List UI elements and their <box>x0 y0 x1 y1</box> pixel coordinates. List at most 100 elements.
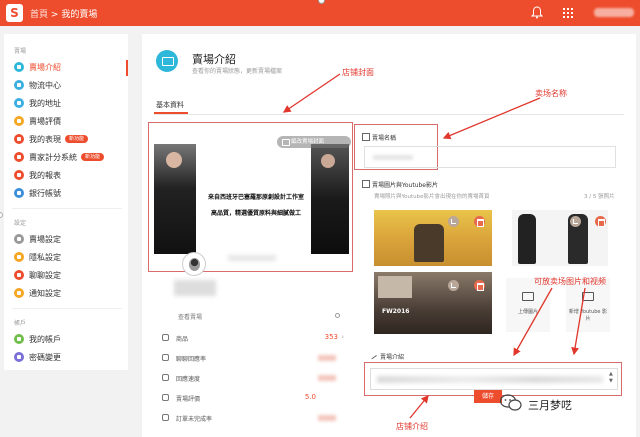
shopee-logo-icon[interactable]: S <box>6 4 23 22</box>
crop-icon[interactable] <box>448 280 459 291</box>
clock-icon <box>162 374 169 381</box>
cover-photo-right <box>311 144 349 254</box>
trash-icon[interactable] <box>474 216 485 227</box>
sidebar-divider <box>12 308 122 309</box>
stat-row-incomplete-rate: 訂單未完成率 <box>162 412 344 424</box>
shop-name-label: 賣場名稱 <box>362 133 396 142</box>
annotation-intro: 店铺介绍 <box>396 422 428 431</box>
view-shop-icon[interactable] <box>335 313 340 318</box>
breadcrumb-home[interactable]: 首頁 <box>30 10 48 20</box>
sidebar-item-logistics[interactable]: 物流中心 <box>14 78 61 92</box>
sidebar-item-ratings[interactable]: 賣場評價 <box>14 114 61 128</box>
sidebar: 賣場 賣場介紹 物流中心 我的地址 賣場評價 我的表現 新功能 賣家計分系統 新… <box>4 34 128 370</box>
add-youtube-label-2: 片 <box>585 316 591 322</box>
tab-divider <box>154 114 624 115</box>
stat-row-rating[interactable]: 賣場評價 5.0 <box>162 392 344 404</box>
upload-image-label: 上傳圖片 <box>517 309 538 315</box>
sidebar-item-chat-settings[interactable]: 聊聊設定 <box>14 268 61 282</box>
username-blurred[interactable] <box>594 8 634 17</box>
page-title: 賣場介紹 <box>192 53 236 66</box>
media-label: 賣場圖片與Youtube影片 <box>362 180 438 189</box>
notification-icon <box>14 288 24 298</box>
shop-id-blurred <box>174 280 216 296</box>
sidebar-item-reports[interactable]: 我的報表 <box>14 168 61 182</box>
stat-value: 353 <box>324 333 338 341</box>
sidebar-section-account: 帳戶 <box>14 320 27 327</box>
bell-icon[interactable] <box>531 6 543 19</box>
sidebar-item-privacy[interactable]: 隱私設定 <box>14 250 61 264</box>
sidebar-section-shop: 賣場 <box>14 48 27 55</box>
sidebar-item-label: 我的帳戶 <box>29 334 61 344</box>
view-shop-link[interactable]: 查看賣場 <box>178 312 202 321</box>
sidebar-item-shop-intro[interactable]: 賣場介紹 <box>14 60 61 74</box>
stat-row-products[interactable]: 商品 353 › <box>162 332 344 344</box>
sidebar-item-label: 銀行帳號 <box>29 188 61 198</box>
stat-label: 商品 <box>176 336 189 343</box>
side-handle <box>0 212 3 218</box>
sidebar-item-address[interactable]: 我的地址 <box>14 96 61 110</box>
tab-basic-info[interactable]: 基本資料 <box>156 100 184 110</box>
sidebar-item-label: 隱私設定 <box>29 252 61 262</box>
shop-name-blurred <box>228 255 276 261</box>
watermark-text: 三月梦呓 <box>528 399 572 412</box>
edit-cover-button[interactable]: 編改賣場封面 <box>277 136 351 148</box>
stat-label: 訂單未完成率 <box>176 416 213 423</box>
trash-icon[interactable] <box>595 216 606 227</box>
sidebar-item-notifications[interactable]: 通知設定 <box>14 286 61 300</box>
crop-icon[interactable] <box>570 216 581 227</box>
sidebar-item-change-password[interactable]: 密碼變更 <box>14 350 61 364</box>
score-icon <box>14 152 24 162</box>
shop-photo-2[interactable] <box>512 210 608 266</box>
key-icon <box>14 352 24 362</box>
cover-text-line2: 高品質，精選優質原料與細膩做工 <box>210 210 301 217</box>
apps-grid-icon[interactable] <box>563 8 573 18</box>
sidebar-item-label: 我的報表 <box>29 170 61 180</box>
sidebar-item-label: 賣場評價 <box>29 116 61 126</box>
sidebar-item-my-account[interactable]: 我的帳戶 <box>14 332 61 346</box>
sidebar-item-bank-account[interactable]: 銀行帳號 <box>14 186 61 200</box>
sidebar-item-shop-settings[interactable]: 賣場設定 <box>14 232 61 246</box>
trash-icon[interactable] <box>474 280 485 291</box>
sidebar-item-label: 我的表現 <box>29 134 61 144</box>
stat-label: 回應速度 <box>176 376 201 383</box>
stat-row-response-speed: 回應速度 <box>162 372 344 384</box>
sidebar-section-settings: 設定 <box>14 220 27 227</box>
active-indicator <box>126 60 128 76</box>
bank-card-icon <box>14 188 24 198</box>
add-youtube-label: 新增 Youtube 影 <box>568 309 608 315</box>
shop-cover-image: 来自西班牙巴塞羅那原創設計工作室 高品質，精選優質原料與細膩做工 <box>154 144 349 254</box>
youtube-icon <box>582 292 594 301</box>
media-subtitle: 賣場照片與Youtube影片會出現在你的賣場首頁 <box>374 194 490 200</box>
product-icon <box>162 334 169 341</box>
sidebar-item-label: 通知設定 <box>29 288 61 298</box>
media-count: 3 / 5 張照片 <box>584 194 615 200</box>
truck-icon <box>14 80 24 90</box>
stat-value-blurred <box>318 355 336 361</box>
page-subtitle: 查看你的賣場狀態，更新賣場檔案 <box>192 68 283 75</box>
save-button[interactable]: 儲存 <box>474 390 502 403</box>
textarea-scroll-arrows[interactable]: ▲ ▼ <box>609 371 613 385</box>
sidebar-item-label: 聊聊設定 <box>29 270 61 280</box>
crop-icon[interactable] <box>448 216 459 227</box>
star-icon <box>14 116 24 126</box>
photo-caption: FW2016 <box>382 308 410 315</box>
description-textarea[interactable] <box>370 368 618 390</box>
star-icon <box>162 394 169 401</box>
stat-row-chat-response-rate: 聊聊回應率 <box>162 352 344 364</box>
sidebar-divider <box>12 208 122 209</box>
sidebar-item-label: 賣場設定 <box>29 234 61 244</box>
shop-avatar[interactable] <box>182 252 206 276</box>
stat-value-blurred <box>318 415 336 421</box>
sidebar-item-label: 賣場介紹 <box>29 62 61 72</box>
sidebar-item-label: 我的地址 <box>29 98 61 108</box>
shop-name-input[interactable] <box>364 146 616 168</box>
new-feature-badge: 新功能 <box>81 153 105 161</box>
breadcrumb-current: 我的賣場 <box>61 10 98 20</box>
sidebar-item-seller-score[interactable]: 賣家計分系統 新功能 <box>14 150 105 164</box>
breadcrumb: 首頁 > 我的賣場 <box>30 7 97 20</box>
sidebar-item-label: 賣家計分系統 <box>29 152 77 162</box>
lock-icon <box>14 252 24 262</box>
shop-intro-icon <box>14 62 24 72</box>
sidebar-item-performance[interactable]: 我的表現 新功能 <box>14 132 89 146</box>
stat-label: 聊聊回應率 <box>176 356 207 363</box>
